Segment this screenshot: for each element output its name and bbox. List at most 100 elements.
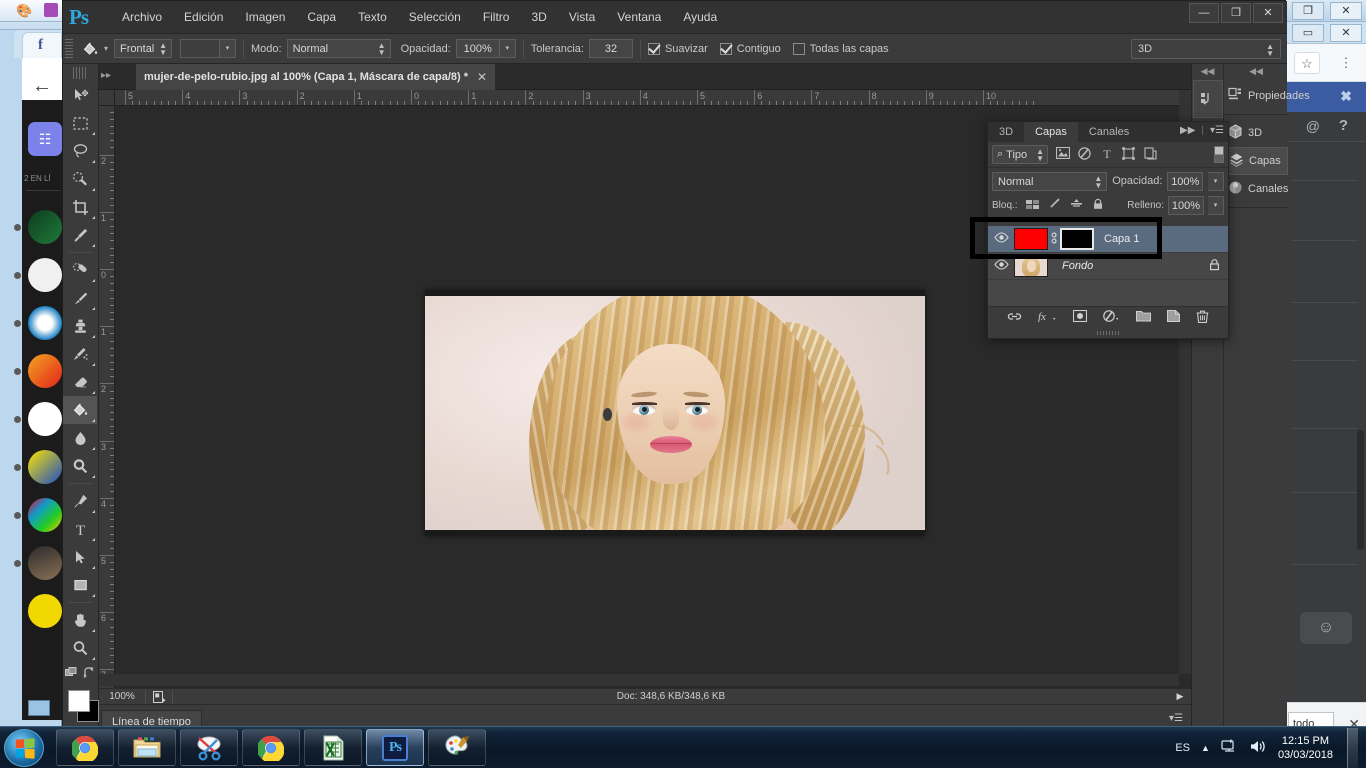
- edit-toolbar-icon[interactable]: [65, 666, 79, 682]
- layer-blend-mode-select[interactable]: Normal ▲ ▼: [992, 171, 1108, 191]
- workspace-switcher[interactable]: 3D ▲ ▼: [1131, 39, 1281, 59]
- eraser-tool[interactable]: [63, 368, 97, 396]
- mini-bridge-icon[interactable]: [1193, 80, 1223, 118]
- tab-capas[interactable]: Capas: [1024, 122, 1078, 142]
- all-layers-checkbox[interactable]: [792, 42, 805, 55]
- ruler-corner[interactable]: [99, 90, 115, 106]
- layers-panel-resize-grip[interactable]: [988, 328, 1228, 338]
- tab-canales[interactable]: Canales: [1078, 122, 1140, 142]
- layer-mask-thumbnail[interactable]: [1060, 228, 1094, 250]
- all-layers-checkbox-row[interactable]: Todas las capas: [792, 42, 889, 55]
- menu-ayuda[interactable]: Ayuda: [672, 1, 728, 34]
- foreground-color-swatch[interactable]: [68, 690, 90, 712]
- mention-icon[interactable]: @: [1306, 118, 1320, 134]
- menu-archivo[interactable]: Archivo: [111, 1, 173, 34]
- contact-avatar[interactable]: [28, 498, 62, 532]
- layer-opacity-input[interactable]: 100%: [1167, 171, 1204, 191]
- document-thumbnail-icon[interactable]: [146, 690, 172, 703]
- status-menu-arrow-icon[interactable]: ▶: [1169, 691, 1191, 702]
- shape-filter-icon[interactable]: [1121, 146, 1136, 163]
- bg-restore-button[interactable]: ❐: [1292, 2, 1324, 20]
- mask-link-icon[interactable]: [1048, 231, 1060, 248]
- menu-3d[interactable]: 3D: [520, 1, 557, 34]
- blur-tool[interactable]: [63, 424, 97, 452]
- messenger-avatar-icon[interactable]: ☷: [28, 122, 62, 156]
- color-swatches[interactable]: [63, 688, 99, 728]
- emoji-icon[interactable]: ☺: [1300, 612, 1352, 644]
- menu-imagen[interactable]: Imagen: [234, 1, 296, 34]
- paint-bucket-icon[interactable]: [77, 37, 103, 61]
- volume-icon[interactable]: [1249, 739, 1267, 757]
- document-image[interactable]: [425, 296, 925, 530]
- menu-ventana[interactable]: Ventana: [606, 1, 672, 34]
- smooth-checkbox-row[interactable]: Suavizar: [647, 42, 708, 55]
- layer-row-fondo[interactable]: Fondo: [988, 253, 1228, 280]
- smartobject-filter-icon[interactable]: [1143, 146, 1158, 163]
- show-hidden-icons[interactable]: ▲: [1201, 743, 1210, 753]
- horizontal-ruler[interactable]: 5 4 3 2 1 0 1 2 3 4 5 6 7 8 9 10: [115, 90, 1191, 106]
- pen-tool[interactable]: [63, 487, 97, 515]
- taskbar-excel[interactable]: [304, 729, 362, 766]
- new-group-icon[interactable]: [1136, 310, 1151, 325]
- lock-all-icon[interactable]: [1091, 198, 1106, 213]
- pattern-dropdown-icon[interactable]: ▾: [220, 39, 237, 58]
- lock-image-icon[interactable]: [1047, 198, 1062, 212]
- start-button[interactable]: [4, 729, 44, 767]
- blend-mode-select[interactable]: Normal ▲ ▼: [286, 39, 391, 58]
- bg-restore-button-2[interactable]: ▭: [1292, 24, 1324, 42]
- menu-capa[interactable]: Capa: [296, 1, 347, 34]
- taskbar-photoshop[interactable]: Ps: [366, 729, 424, 766]
- layer-fill-dropdown-icon[interactable]: ▾: [1208, 195, 1224, 215]
- adjustment-layer-icon[interactable]: [1103, 310, 1120, 325]
- contiguous-checkbox-row[interactable]: Contiguo: [719, 42, 781, 55]
- bookmark-star-icon[interactable]: ☆: [1294, 52, 1320, 74]
- taskbar-explorer[interactable]: [118, 729, 176, 766]
- help-icon[interactable]: ?: [1339, 117, 1348, 134]
- zoom-level-input[interactable]: 100%: [99, 691, 145, 702]
- layer-name[interactable]: Fondo: [1062, 260, 1093, 272]
- contact-avatar[interactable]: [28, 306, 62, 340]
- layer-style-icon[interactable]: fx: [1038, 310, 1057, 325]
- background-browser-window-right[interactable]: ☆ ⋮ ✖ @ ? ☺ todo ✕: [1285, 0, 1366, 742]
- image-artboard[interactable]: [425, 290, 925, 536]
- layer-opacity-dropdown-icon[interactable]: ▾: [1208, 171, 1224, 191]
- dock-item-canales[interactable]: Canales: [1224, 175, 1288, 203]
- layer-thumbnail[interactable]: [1014, 255, 1048, 277]
- path-selection-tool[interactable]: [63, 543, 97, 571]
- background-browser-window-left[interactable]: f ← ☷ 2 EN LÍ: [0, 0, 62, 730]
- crop-tool[interactable]: [63, 193, 97, 221]
- opacity-dropdown-icon[interactable]: ▾: [499, 39, 516, 58]
- eyedropper-tool[interactable]: [63, 221, 97, 249]
- hand-tool[interactable]: [63, 606, 97, 634]
- bg-close-button-2[interactable]: ✕: [1330, 24, 1362, 42]
- brush-tool[interactable]: [63, 284, 97, 312]
- paint-bucket-tool[interactable]: [63, 396, 97, 424]
- layer-visibility-icon[interactable]: [988, 259, 1014, 273]
- lock-transparent-icon[interactable]: [1025, 198, 1040, 212]
- menu-edicion[interactable]: Edición: [173, 1, 234, 34]
- contact-avatar[interactable]: [28, 546, 62, 580]
- maximize-button[interactable]: ❐: [1221, 3, 1251, 23]
- chrome-menu-icon[interactable]: ⋮: [1338, 52, 1354, 74]
- rectangular-marquee-tool[interactable]: [63, 109, 97, 137]
- history-brush-tool[interactable]: [63, 340, 97, 368]
- options-bar-grip[interactable]: [65, 38, 73, 59]
- move-tool[interactable]: [63, 81, 97, 109]
- tools-panel-grip[interactable]: [73, 67, 88, 79]
- contact-avatar[interactable]: [28, 450, 62, 484]
- panel-menu-icon[interactable]: ▾☰: [1210, 125, 1224, 136]
- show-desktop-button[interactable]: [1347, 728, 1358, 768]
- layer-visibility-icon[interactable]: [988, 232, 1014, 246]
- new-layer-icon[interactable]: [1167, 310, 1180, 325]
- swap-colors-icon[interactable]: [83, 666, 96, 682]
- link-layers-icon[interactable]: [1007, 311, 1022, 325]
- tool-preset-caret-icon[interactable]: ▾: [104, 44, 108, 53]
- canvas-horizontal-scrollbar[interactable]: [99, 674, 1179, 686]
- pattern-swatch[interactable]: [180, 39, 221, 58]
- contact-avatar[interactable]: [28, 354, 62, 388]
- document-tab[interactable]: mujer-de-pelo-rubio.jpg al 100% (Capa 1,…: [135, 64, 497, 90]
- add-mask-icon[interactable]: [1072, 309, 1088, 325]
- dodge-tool[interactable]: [63, 452, 97, 480]
- timeline-menu-icon[interactable]: ▾☰: [1169, 713, 1183, 724]
- layer-thumbnail[interactable]: [1014, 228, 1048, 250]
